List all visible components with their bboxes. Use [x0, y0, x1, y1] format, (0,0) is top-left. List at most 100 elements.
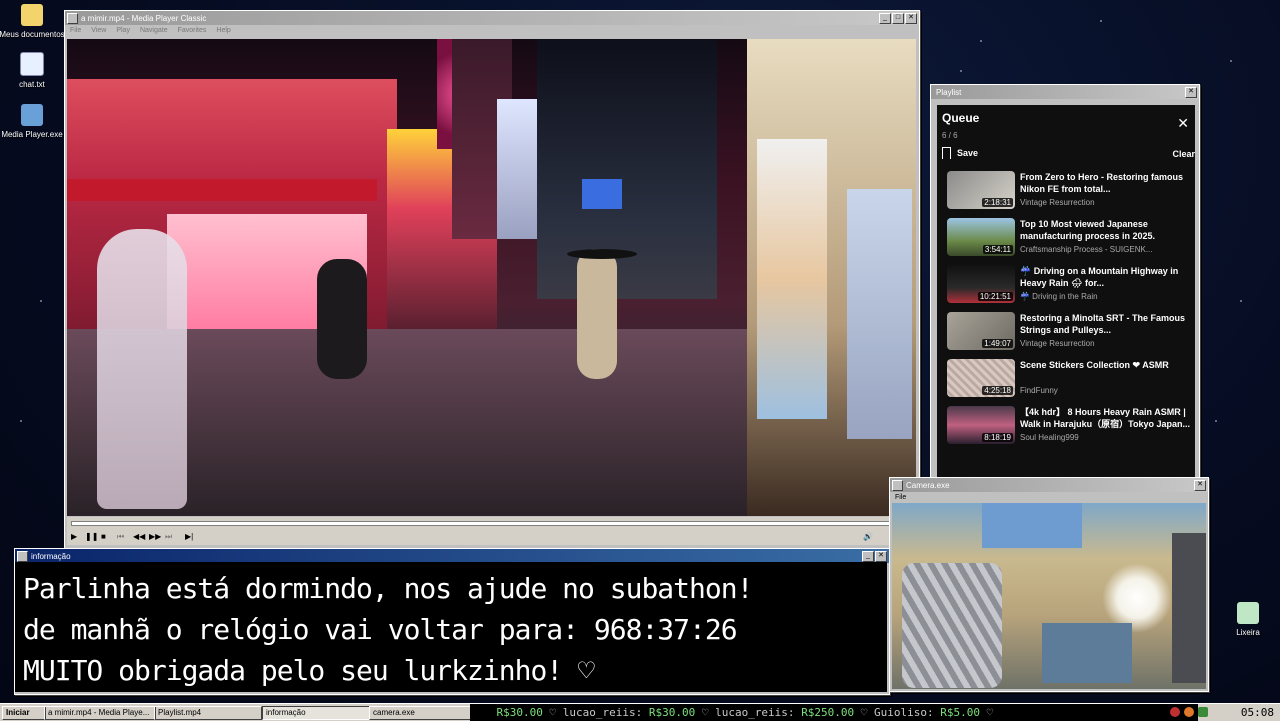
tray-icon[interactable]	[1198, 707, 1208, 717]
info-message: Parlinha está dormindo, nos ajude no sub…	[15, 562, 887, 692]
camera-titlebar[interactable]: Camera.exe ✕	[890, 478, 1208, 492]
tray-icon[interactable]	[1184, 707, 1194, 717]
volume-icon[interactable]: 🔊	[863, 532, 873, 541]
desktop-icon-media-player[interactable]: Media Player.exe	[0, 104, 68, 139]
heart-icon: ♡	[986, 706, 994, 719]
item-channel: ☔ Driving in the Rain	[1020, 292, 1098, 301]
info-line: Parlinha está dormindo, nos ajude no sub…	[23, 572, 753, 605]
save-button[interactable]: Save	[942, 147, 978, 159]
queue-count: 6 / 6	[942, 131, 958, 140]
window-title: a mimir.mp4 - Media Player Classic	[81, 13, 207, 23]
stop-icon[interactable]: ■	[101, 532, 106, 541]
menu-view[interactable]: View	[91, 27, 106, 34]
save-label: Save	[957, 148, 979, 158]
tray-icon[interactable]	[1170, 707, 1180, 717]
clock: 05:08	[1240, 706, 1274, 719]
app-icon	[17, 550, 28, 562]
donation-amount: R$30.00	[648, 706, 696, 719]
bookmark-icon	[942, 147, 951, 159]
queue-item[interactable]: 10:21:51 ☔ Driving on a Mountain Highway…	[947, 265, 1191, 310]
item-channel: Craftsmanship Process - SUIGENK...	[1020, 245, 1153, 254]
close-icon[interactable]: ✕	[1185, 86, 1197, 98]
close-icon[interactable]: ✕	[875, 550, 887, 562]
thumbnail: 10:21:51	[947, 265, 1015, 303]
media-player-titlebar[interactable]: a mimir.mp4 - Media Player Classic _ □ ✕	[65, 11, 919, 25]
item-title: Scene Stickers Collection ❤ ASMR	[1020, 360, 1169, 370]
previous-icon[interactable]: ⏮	[117, 532, 124, 542]
playback-controls: ▶ ❚❚ ■ ⏮ ◀◀ ▶▶ ⏭ ▶| 🔊	[67, 517, 916, 545]
camera-app-icon	[892, 479, 903, 491]
taskbar-item-media-player[interactable]: a mimir.mp4 - Media Playe...	[44, 706, 156, 720]
duration: 3:54:11	[982, 245, 1013, 254]
close-icon[interactable]: ✕	[905, 12, 917, 24]
item-title: Restoring a Minolta SRT - The Famous Str…	[1020, 313, 1186, 335]
info-line: MUITO obrigada pelo seu lurkzinho! ♡	[23, 654, 595, 687]
item-title: Top 10 Most viewed Japanese manufacturin…	[1020, 219, 1156, 241]
frame-step-icon[interactable]: ▶|	[185, 532, 193, 541]
window-title: informação	[31, 551, 71, 561]
start-button[interactable]: Iniciar	[2, 706, 46, 720]
desktop-icon-chat[interactable]: chat.txt	[0, 52, 68, 89]
desktop-icon-documents[interactable]: Meus documentos	[0, 4, 68, 39]
donation-amount: R$30.00	[496, 706, 543, 719]
queue-panel: Queue 6 / 6 ✕ Save Clear 2:18:31 From Ze…	[937, 105, 1195, 477]
donor-name: lucao_reiis:	[715, 706, 795, 719]
recycle-bin-icon	[1237, 602, 1259, 624]
item-channel: Vintage Resurrection	[1020, 198, 1095, 207]
desktop-icon-label: Media Player.exe	[1, 130, 63, 139]
duration: 2:18:31	[982, 198, 1013, 207]
menu-play[interactable]: Play	[116, 27, 130, 34]
menu-navigate[interactable]: Navigate	[140, 27, 168, 34]
desktop-icon-label: chat.txt	[19, 80, 45, 89]
queue-item[interactable]: 8:18:19 【4k hdr】 8 Hours Heavy Rain ASMR…	[947, 406, 1191, 451]
video-frame[interactable]	[67, 39, 916, 516]
desktop-icon-recycle-bin[interactable]: Lixeira	[1212, 602, 1280, 637]
text-file-icon	[20, 52, 44, 76]
close-icon[interactable]: ✕	[1177, 115, 1189, 132]
queue-item[interactable]: 2:18:31 From Zero to Hero - Restoring fa…	[947, 171, 1191, 216]
menu-file[interactable]: File	[70, 27, 81, 34]
info-titlebar[interactable]: informação _ ✕	[15, 549, 889, 563]
thumbnail: 8:18:19	[947, 406, 1015, 444]
taskbar: Iniciar a mimir.mp4 - Media Playe... Pla…	[0, 703, 1280, 721]
window-title: Playlist	[936, 87, 962, 97]
clear-button[interactable]: Clear	[1172, 149, 1195, 159]
maximize-icon[interactable]: □	[892, 12, 904, 24]
thumbnail: 1:49:07	[947, 312, 1015, 350]
next-icon[interactable]: ⏭	[165, 532, 172, 542]
duration: 8:18:19	[982, 433, 1013, 442]
queue-item[interactable]: 4:25:18 Scene Stickers Collection ❤ ASMR…	[947, 359, 1191, 404]
queue-item[interactable]: 3:54:11 Top 10 Most viewed Japanese manu…	[947, 218, 1191, 263]
menu-help[interactable]: Help	[216, 27, 230, 34]
queue-item[interactable]: 1:49:07 Restoring a Minolta SRT - The Fa…	[947, 312, 1191, 357]
minimize-icon[interactable]: _	[862, 550, 874, 562]
desktop-icon-label: Meus documentos	[0, 30, 65, 39]
pause-icon[interactable]: ❚❚	[85, 532, 98, 541]
taskbar-item-playlist[interactable]: Playlist.mp4	[154, 706, 262, 720]
item-title: ☔ Driving on a Mountain Highway in Heavy…	[1020, 266, 1179, 288]
menu-favorites[interactable]: Favorites	[178, 27, 207, 34]
seek-bar[interactable]	[71, 521, 912, 526]
taskbar-item-info[interactable]: informação	[262, 706, 370, 720]
rewind-icon[interactable]: ◀◀	[133, 532, 145, 541]
donation-amount: R$250.00	[801, 706, 855, 719]
close-icon[interactable]: ✕	[1194, 479, 1206, 491]
playlist-titlebar[interactable]: Playlist ✕	[931, 85, 1199, 99]
item-channel: Soul Healing999	[1020, 433, 1079, 442]
thumbnail: 4:25:18	[947, 359, 1015, 397]
heart-icon: ♡	[549, 706, 557, 719]
duration: 10:21:51	[977, 292, 1013, 301]
forward-icon[interactable]: ▶▶	[149, 532, 161, 541]
minimize-icon[interactable]: _	[879, 12, 891, 24]
donor-name: lucao_reiis:	[562, 706, 643, 719]
media-player-icon	[21, 104, 43, 126]
item-title: From Zero to Hero - Restoring famous Nik…	[1020, 172, 1184, 194]
item-channel: Vintage Resurrection	[1020, 339, 1095, 348]
heart-icon: ♡	[860, 706, 868, 719]
play-icon[interactable]: ▶	[71, 532, 77, 541]
menu-file[interactable]: File	[895, 494, 906, 501]
folder-icon	[21, 4, 43, 26]
donation-ticker: R$30.00 ♡ lucao_reiis: R$30.00 ♡ lucao_r…	[470, 704, 1198, 721]
thumbnail: 3:54:11	[947, 218, 1015, 256]
taskbar-item-camera[interactable]: camera.exe	[369, 706, 473, 720]
